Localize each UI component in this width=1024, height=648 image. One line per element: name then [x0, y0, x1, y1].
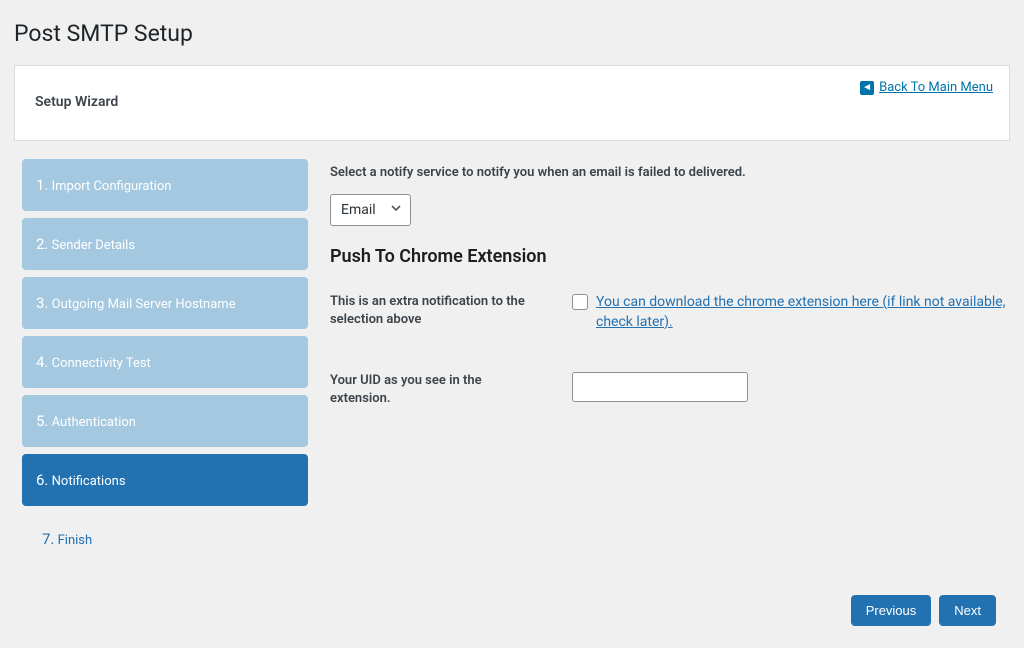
- section-title: Push To Chrome Extension: [330, 246, 1010, 267]
- card-title: Setup Wizard: [35, 94, 989, 110]
- main-content: Select a notify service to notify you wh…: [330, 159, 1010, 572]
- wizard-steps-sidebar: 1. Import Configuration 2. Sender Detail…: [14, 159, 308, 572]
- step-import-configuration[interactable]: 1. Import Configuration: [22, 159, 308, 211]
- step-sender-details[interactable]: 2. Sender Details: [22, 218, 308, 270]
- back-to-main-menu-link[interactable]: ◄ Back To Main Menu: [860, 80, 993, 95]
- uid-label: Your UID as you see in the extension.: [330, 372, 542, 408]
- download-extension-link[interactable]: You can download the chrome extension he…: [596, 293, 1010, 332]
- wizard-footer: Previous Next: [851, 595, 996, 626]
- page-title: Post SMTP Setup: [14, 20, 1010, 47]
- extra-notification-label: This is an extra notification to the sel…: [330, 293, 542, 332]
- chevron-down-icon: [390, 202, 402, 218]
- notify-service-value: Email: [341, 202, 376, 218]
- back-link-label: Back To Main Menu: [879, 80, 993, 95]
- chrome-extension-checkbox[interactable]: [572, 294, 588, 310]
- uid-input[interactable]: [572, 372, 748, 402]
- step-notifications[interactable]: 6. Notifications: [22, 454, 308, 506]
- step-connectivity-test[interactable]: 4. Connectivity Test: [22, 336, 308, 388]
- next-button[interactable]: Next: [939, 595, 996, 626]
- instruction-text: Select a notify service to notify you wh…: [330, 165, 1010, 180]
- wizard-card: Setup Wizard ◄ Back To Main Menu: [14, 65, 1010, 141]
- step-authentication[interactable]: 5. Authentication: [22, 395, 308, 447]
- step-finish[interactable]: 7. Finish: [22, 513, 308, 565]
- previous-button[interactable]: Previous: [851, 595, 932, 626]
- back-arrow-icon: ◄: [860, 81, 874, 95]
- step-outgoing-hostname[interactable]: 3. Outgoing Mail Server Hostname: [22, 277, 308, 329]
- notify-service-select[interactable]: Email: [330, 194, 411, 226]
